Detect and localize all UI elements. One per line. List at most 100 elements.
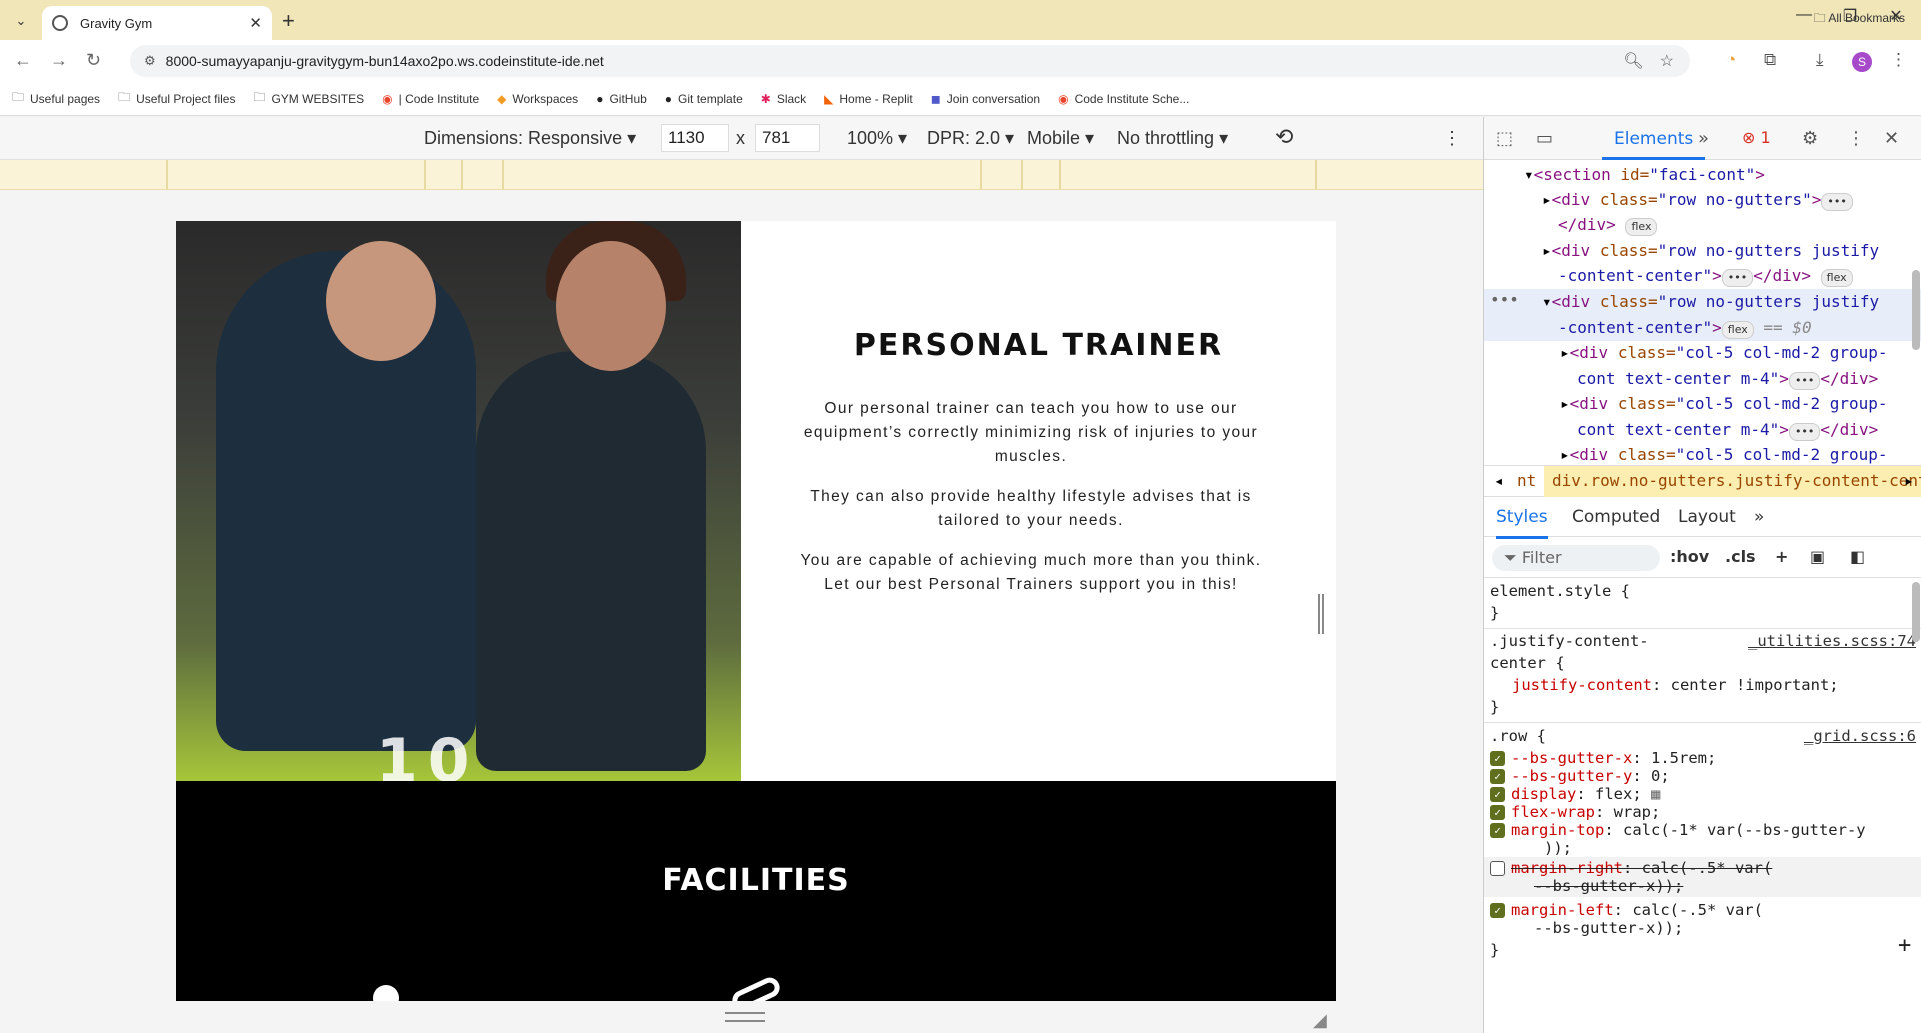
rule-selector[interactable]: element.style { (1490, 580, 1630, 602)
bookmark-item[interactable]: ◣ Home - Replit (824, 92, 913, 106)
devtools-menu-icon[interactable]: ⋮ (1847, 128, 1865, 149)
device-type-select[interactable]: Mobile ▾ (1027, 128, 1094, 149)
globe-icon (52, 15, 68, 31)
folder-icon: 🗀 (1813, 11, 1829, 25)
dom-node[interactable]: ▸<div class="col-5 col-md-2 group- (1560, 442, 1888, 465)
add-property-icon[interactable]: + (1898, 935, 1911, 957)
error-icon: ⊗ (1742, 128, 1761, 147)
tab-computed[interactable]: Computed (1572, 507, 1660, 527)
all-bookmarks[interactable]: 🗀 All Bookmarks (1814, 9, 1905, 30)
extensions-puzzle-icon[interactable]: ⧉ (1764, 50, 1776, 70)
bookmark-star-icon[interactable]: ☆ (1660, 51, 1674, 71)
bookmark-item[interactable]: ◼ Join conversation (931, 92, 1040, 106)
bookmark-item[interactable]: ✱ Slack (761, 92, 806, 106)
download-icon[interactable]: ⤓ (1816, 50, 1824, 70)
bookmark-item[interactable]: 🗀 GYM WEBSITES (253, 88, 364, 109)
new-tab-icon[interactable]: + (282, 8, 295, 34)
settings-gear-icon[interactable]: ⚙ (1802, 128, 1818, 149)
checkbox-checked[interactable]: ✓ (1490, 903, 1505, 918)
bookmark-label: Slack (776, 91, 807, 106)
site-info-icon[interactable]: ⚙ (144, 53, 156, 69)
more-style-tabs-icon[interactable]: » (1754, 507, 1764, 527)
throttling-select[interactable]: No throttling ▾ (1117, 128, 1228, 149)
dom-more-icon[interactable]: ••• (1490, 287, 1519, 313)
new-rule-icon[interactable]: + (1775, 547, 1788, 566)
tab-layout[interactable]: Layout (1678, 507, 1736, 527)
dimensions-select[interactable]: Dimensions: Responsive ▾ (424, 128, 636, 149)
bookmark-item[interactable]: 🗀 Useful pages (12, 88, 100, 109)
dpr-select[interactable]: DPR: 2.0 ▾ (927, 128, 1014, 149)
inspect-icon[interactable]: ⬚ (1496, 128, 1513, 149)
dom-node[interactable]: -content-center"> ••• </div> flex (1558, 263, 1853, 289)
height-input[interactable]: 781 (755, 124, 820, 152)
rule-source-link[interactable]: _grid.scss:6 (1804, 725, 1916, 747)
breadcrumb-active[interactable]: div.row.no-gutters.justify-content-cente… (1544, 466, 1921, 497)
rule-selector[interactable]: center { (1490, 652, 1565, 674)
dom-node[interactable]: ▾<section id="faci-cont"> (1524, 162, 1765, 188)
bookmark-item[interactable]: ● GitHub (596, 92, 647, 106)
hov-button[interactable]: :hov (1670, 547, 1709, 566)
width-input[interactable]: 1130 (661, 124, 729, 152)
bookmark-item[interactable]: ◉ Code Institute Sche... (1058, 92, 1189, 106)
styles-filter-input[interactable]: ⏷ Filter (1492, 545, 1660, 571)
paint-icon[interactable]: ▣ (1810, 547, 1825, 566)
forward-icon[interactable]: → (50, 50, 68, 71)
more-tabs-icon[interactable]: » (1698, 128, 1709, 149)
replit-icon: ◣ (824, 91, 834, 106)
browser-titlebar: ⌄ Gravity Gym ✕ + — ❐ ✕ (0, 0, 1921, 40)
dom-node[interactable]: </div> flex (1558, 212, 1658, 238)
chrome-menu-icon[interactable]: ⋮ (1890, 50, 1907, 70)
back-icon[interactable]: ← (14, 50, 32, 71)
address-bar[interactable]: ⚙ 8000-sumayyapanju-gravitygym-bun14axo2… (130, 45, 1690, 77)
device-toggle-icon[interactable]: ▭ (1536, 128, 1553, 149)
breadcrumb-left-icon[interactable]: ◂ (1494, 471, 1504, 490)
viewport-resize-handle[interactable] (1318, 594, 1324, 634)
breadcrumb-right-icon[interactable]: ▸ (1904, 471, 1914, 490)
error-badge[interactable]: ⊗ 1 (1742, 128, 1771, 147)
profile-avatar[interactable]: S (1852, 52, 1872, 72)
checkbox-unchecked[interactable] (1490, 861, 1505, 876)
viewport-resize-corner[interactable]: ◢ (1313, 1010, 1327, 1031)
more-options-icon[interactable]: ⋮ (1443, 128, 1461, 149)
url-text[interactable]: 8000-sumayyapanju-gravitygym-bun14axo2po… (166, 53, 1624, 69)
bookmark-item[interactable]: ◆ Workspaces (497, 92, 578, 106)
checkbox-checked[interactable]: ✓ (1490, 805, 1505, 820)
checkbox-checked[interactable]: ✓ (1490, 787, 1505, 802)
checkbox-checked[interactable]: ✓ (1490, 751, 1505, 766)
zoom-select[interactable]: 100% ▾ (847, 128, 907, 149)
viewport-resize-bottom[interactable] (725, 1012, 765, 1022)
cls-button[interactable]: .cls (1725, 547, 1756, 566)
rule-declaration[interactable]: justify-content: center !important; (1512, 674, 1839, 696)
breadcrumb-prev[interactable]: nt (1517, 471, 1536, 490)
bookmark-item[interactable]: ● Git template (665, 92, 743, 106)
checkbox-checked[interactable]: ✓ (1490, 823, 1505, 838)
tab-styles[interactable]: Styles (1496, 507, 1548, 539)
devtools-close-icon[interactable]: ✕ (1884, 128, 1899, 149)
bookmark-item[interactable]: ◉ | Code Institute (382, 92, 479, 106)
bookmark-label: Useful pages (30, 91, 101, 106)
bookmark-item[interactable]: 🗀 Useful Project files (118, 88, 235, 109)
dom-node[interactable]: cont text-center m-4"> ••• </div> (1577, 366, 1878, 392)
rule-selector[interactable]: .row { (1490, 725, 1546, 747)
zoom-icon[interactable]: 🔍︎ (1623, 51, 1643, 71)
dom-scrollbar[interactable] (1912, 270, 1920, 350)
reload-icon[interactable]: ↻ (86, 50, 101, 71)
tab-close-icon[interactable]: ✕ (249, 14, 262, 32)
tab-search-icon[interactable]: ⌄ (8, 8, 34, 34)
dom-node[interactable]: ▸<div class="col-5 col-md-2 group- (1560, 391, 1888, 417)
media-query-bar[interactable] (0, 160, 1483, 190)
sidebar-toggle-icon[interactable]: ◧ (1850, 547, 1865, 566)
tab-elements[interactable]: Elements (1602, 117, 1706, 160)
rule-source-link[interactable]: _utilities.scss:74 (1748, 630, 1916, 652)
checkbox-checked[interactable]: ✓ (1490, 769, 1505, 784)
rotate-icon[interactable]: ⟲ (1275, 124, 1293, 150)
rule-selector[interactable]: .justify-content- (1490, 630, 1649, 652)
dom-node[interactable]: ▸<div class="col-5 col-md-2 group- (1560, 340, 1888, 366)
dom-node[interactable]: ▸<div class="row no-gutters justify (1542, 238, 1879, 264)
browser-tab[interactable]: Gravity Gym ✕ (42, 6, 272, 40)
styles-scrollbar[interactable] (1912, 582, 1920, 642)
trainer-photo: 10 (176, 221, 741, 781)
dom-node[interactable]: ▸<div class="row no-gutters"> ••• (1542, 187, 1853, 213)
extension-icon[interactable]: ◔ (1726, 50, 1736, 70)
dom-node[interactable]: cont text-center m-4"> ••• </div> (1577, 417, 1878, 443)
